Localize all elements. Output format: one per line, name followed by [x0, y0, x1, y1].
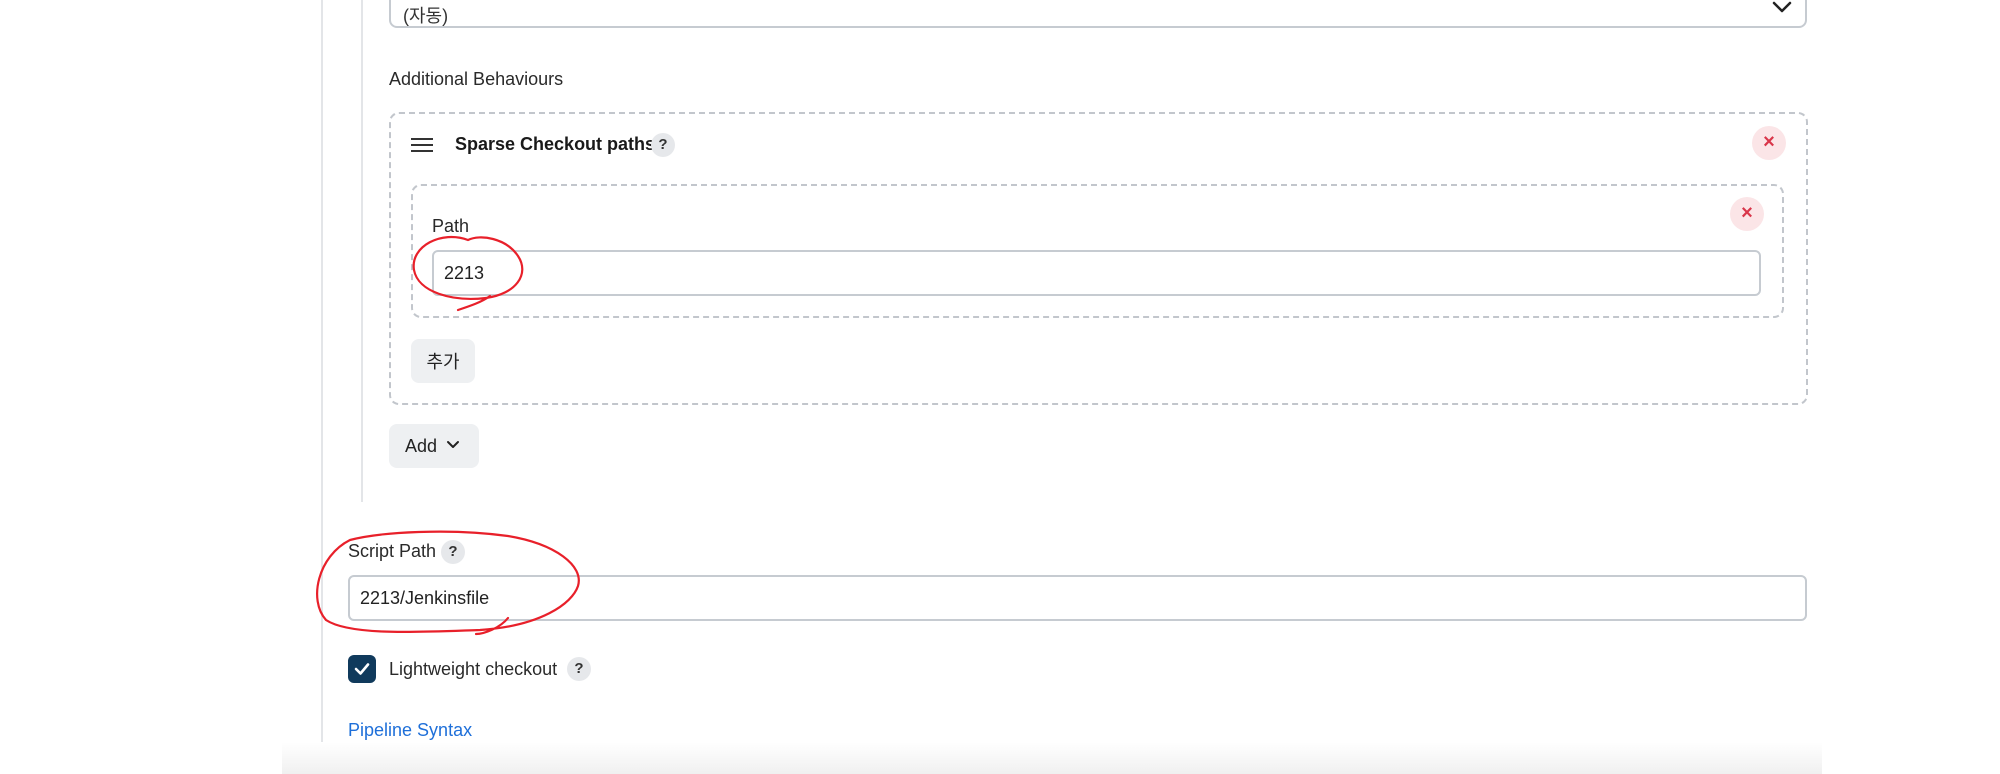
bottom-shadow [282, 742, 1822, 774]
drag-handle-icon[interactable] [411, 138, 433, 154]
jenkins-pipeline-config: (자동) Additional Behaviours Sparse Checko… [0, 0, 2000, 774]
lightweight-checkout-checkbox[interactable] [348, 655, 376, 683]
select-value: (자동) [403, 6, 449, 26]
lightweight-checkout-label[interactable]: Lightweight checkout [389, 659, 557, 680]
chevron-down-icon [1772, 1, 1792, 13]
script-path-input[interactable] [348, 575, 1807, 621]
section-divider-outer [321, 0, 323, 742]
pipeline-syntax-link[interactable]: Pipeline Syntax [348, 720, 472, 741]
add-button-label: Add [405, 436, 438, 456]
close-icon[interactable]: × [1730, 197, 1764, 231]
close-icon[interactable]: × [1752, 126, 1786, 160]
script-path-label: Script Path [348, 541, 437, 561]
sparse-checkout-title: Sparse Checkout paths [455, 134, 656, 154]
section-divider-inner [361, 0, 363, 502]
help-icon[interactable]: ? [567, 657, 591, 681]
help-icon[interactable]: ? [651, 133, 675, 157]
credentials-select[interactable]: (자동) [389, 0, 1807, 28]
check-icon [354, 663, 370, 675]
add-path-button[interactable]: 추가 [411, 339, 475, 383]
additional-behaviours-label: Additional Behaviours [389, 69, 564, 89]
help-icon[interactable]: ? [441, 540, 465, 564]
chevron-down-icon [447, 441, 459, 448]
path-label: Path [432, 216, 470, 236]
add-behaviour-button[interactable]: Add [389, 424, 479, 468]
path-input[interactable] [432, 250, 1761, 296]
